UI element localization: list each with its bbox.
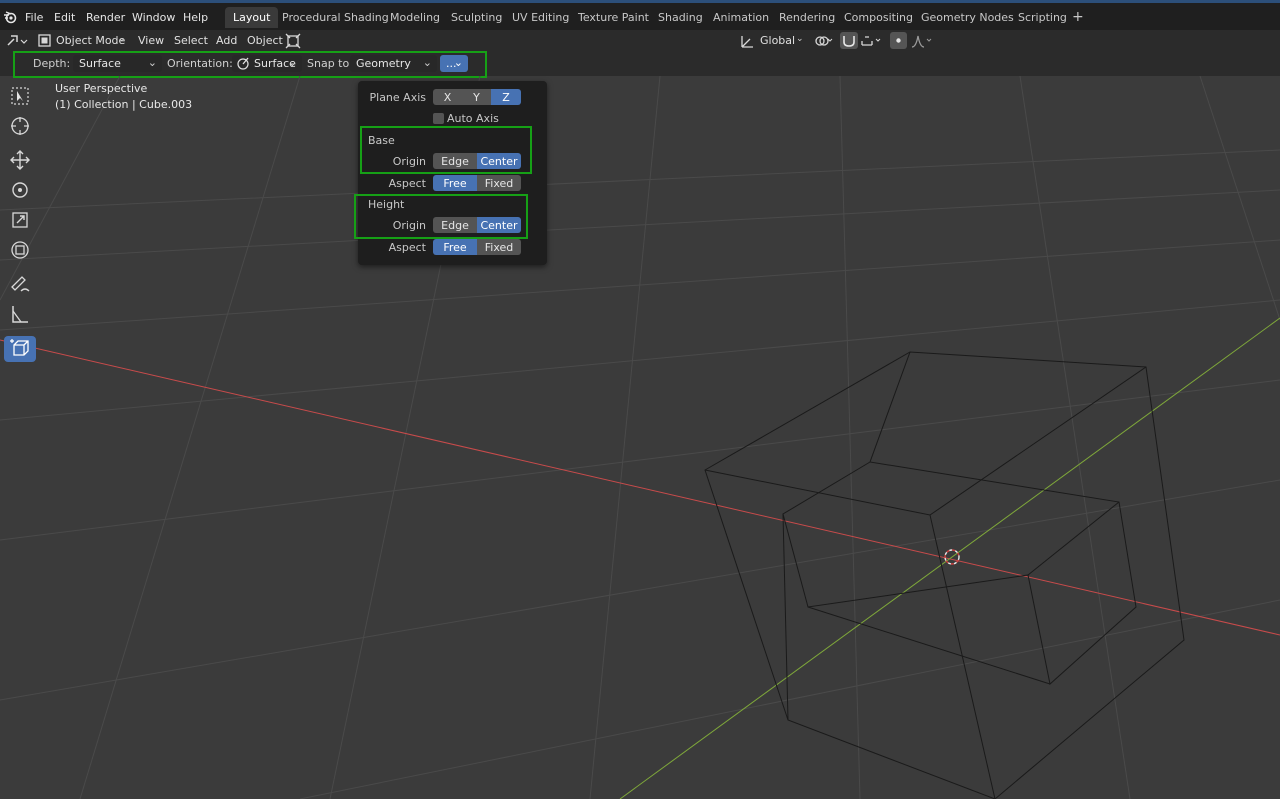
tab-modeling[interactable]: Modeling: [390, 11, 440, 24]
object-mode-icon: [38, 34, 51, 50]
add-cube-icon: [9, 337, 31, 362]
viewport-perspective-label: User Perspective: [55, 82, 148, 95]
x-axis-line: [0, 339, 1280, 636]
base-aspect-free-button[interactable]: Free: [433, 175, 477, 191]
proportional-edit-icon[interactable]: [890, 32, 907, 49]
tool-move[interactable]: [4, 148, 36, 174]
chevron-down-icon: ⌄: [796, 34, 804, 44]
tab-shading[interactable]: Shading: [658, 11, 703, 24]
select-box-icon: [10, 86, 30, 109]
tab-animation[interactable]: Animation: [713, 11, 769, 24]
annotate-icon: [9, 273, 31, 298]
tab-rendering[interactable]: Rendering: [779, 11, 835, 24]
toggle-xray-icon[interactable]: [285, 33, 301, 52]
move-icon: [9, 149, 31, 174]
menu-view[interactable]: View: [138, 34, 164, 47]
rotate-icon: [9, 179, 31, 204]
menu-window[interactable]: Window: [132, 11, 175, 24]
blender-logo-icon[interactable]: [3, 10, 17, 27]
measure-icon: [9, 303, 31, 328]
height-aspect-free-button[interactable]: Free: [433, 239, 477, 255]
highlight-base-section: [360, 126, 532, 174]
transform-orientation-selector[interactable]: Global: [760, 34, 795, 47]
plane-axis-y-button[interactable]: Y: [462, 89, 491, 105]
plane-axis-label: Plane Axis: [369, 91, 427, 104]
height-aspect-label: Aspect: [388, 241, 426, 254]
base-aspect-label: Aspect: [388, 177, 426, 190]
menu-select[interactable]: Select: [174, 34, 208, 47]
tab-texture-paint[interactable]: Texture Paint: [578, 11, 649, 24]
y-axis-line: [619, 317, 1280, 799]
3d-viewport[interactable]: User Perspective (1) Collection | Cube.0…: [0, 76, 1280, 799]
scale-icon: [9, 209, 31, 234]
menu-edit[interactable]: Edit: [54, 11, 75, 24]
transform-icon: [9, 239, 31, 264]
tab-procedural-shading[interactable]: Procedural Shading: [282, 11, 389, 24]
tool-transform[interactable]: [4, 238, 36, 264]
highlight-height-section: [354, 194, 528, 239]
tool-annotate[interactable]: [4, 272, 36, 298]
tab-uv-editing[interactable]: UV Editing: [512, 11, 569, 24]
cube-wireframe: [704, 351, 1185, 799]
menu-object[interactable]: Object: [247, 34, 283, 47]
viewport-header: Object Mode ⌄ View Select Add Object Glo…: [0, 30, 1280, 52]
tab-scripting[interactable]: Scripting: [1018, 11, 1067, 24]
tab-compositing[interactable]: Compositing: [844, 11, 913, 24]
height-aspect-fixed-button[interactable]: Fixed: [477, 239, 521, 255]
snap-target-icon[interactable]: [860, 33, 884, 52]
menu-render[interactable]: Render: [86, 11, 125, 24]
tool-cursor[interactable]: [4, 114, 36, 140]
snap-toggle-icon[interactable]: [840, 32, 858, 49]
plane-axis-z-button[interactable]: Z: [491, 89, 521, 105]
plane-axis-x-button[interactable]: X: [433, 89, 462, 105]
tab-sculpting[interactable]: Sculpting: [451, 11, 502, 24]
editor-type-icon[interactable]: [6, 33, 28, 52]
transform-orientation-icon: [740, 33, 754, 52]
tool-scale[interactable]: [4, 208, 36, 234]
menu-help[interactable]: Help: [183, 11, 208, 24]
base-aspect-fixed-button[interactable]: Fixed: [477, 175, 521, 191]
menu-add[interactable]: Add: [216, 34, 237, 47]
tool-select-box[interactable]: [4, 84, 36, 110]
menu-file[interactable]: File: [25, 11, 43, 24]
highlight-tool-settings: [13, 51, 487, 78]
auto-axis-checkbox[interactable]: [433, 113, 444, 124]
tool-measure[interactable]: [4, 302, 36, 328]
top-menu-bar: File Edit Render Window Help Layout Proc…: [0, 0, 1280, 30]
tool-add-cube[interactable]: [4, 336, 36, 362]
viewport-collection-label: (1) Collection | Cube.003: [55, 98, 193, 111]
falloff-icon[interactable]: [910, 33, 934, 52]
chevron-down-icon: ⌄: [118, 34, 126, 44]
cursor-icon: [9, 115, 31, 140]
grid-lines: [0, 76, 1280, 799]
tool-rotate[interactable]: [4, 178, 36, 204]
pivot-point-icon[interactable]: [814, 33, 834, 52]
add-workspace-button[interactable]: +: [1072, 9, 1084, 25]
mode-selector[interactable]: Object Mode: [56, 34, 125, 47]
tab-geometry-nodes[interactable]: Geometry Nodes: [921, 11, 1014, 24]
auto-axis-label[interactable]: Auto Axis: [447, 112, 499, 125]
tab-layout[interactable]: Layout: [225, 7, 279, 28]
